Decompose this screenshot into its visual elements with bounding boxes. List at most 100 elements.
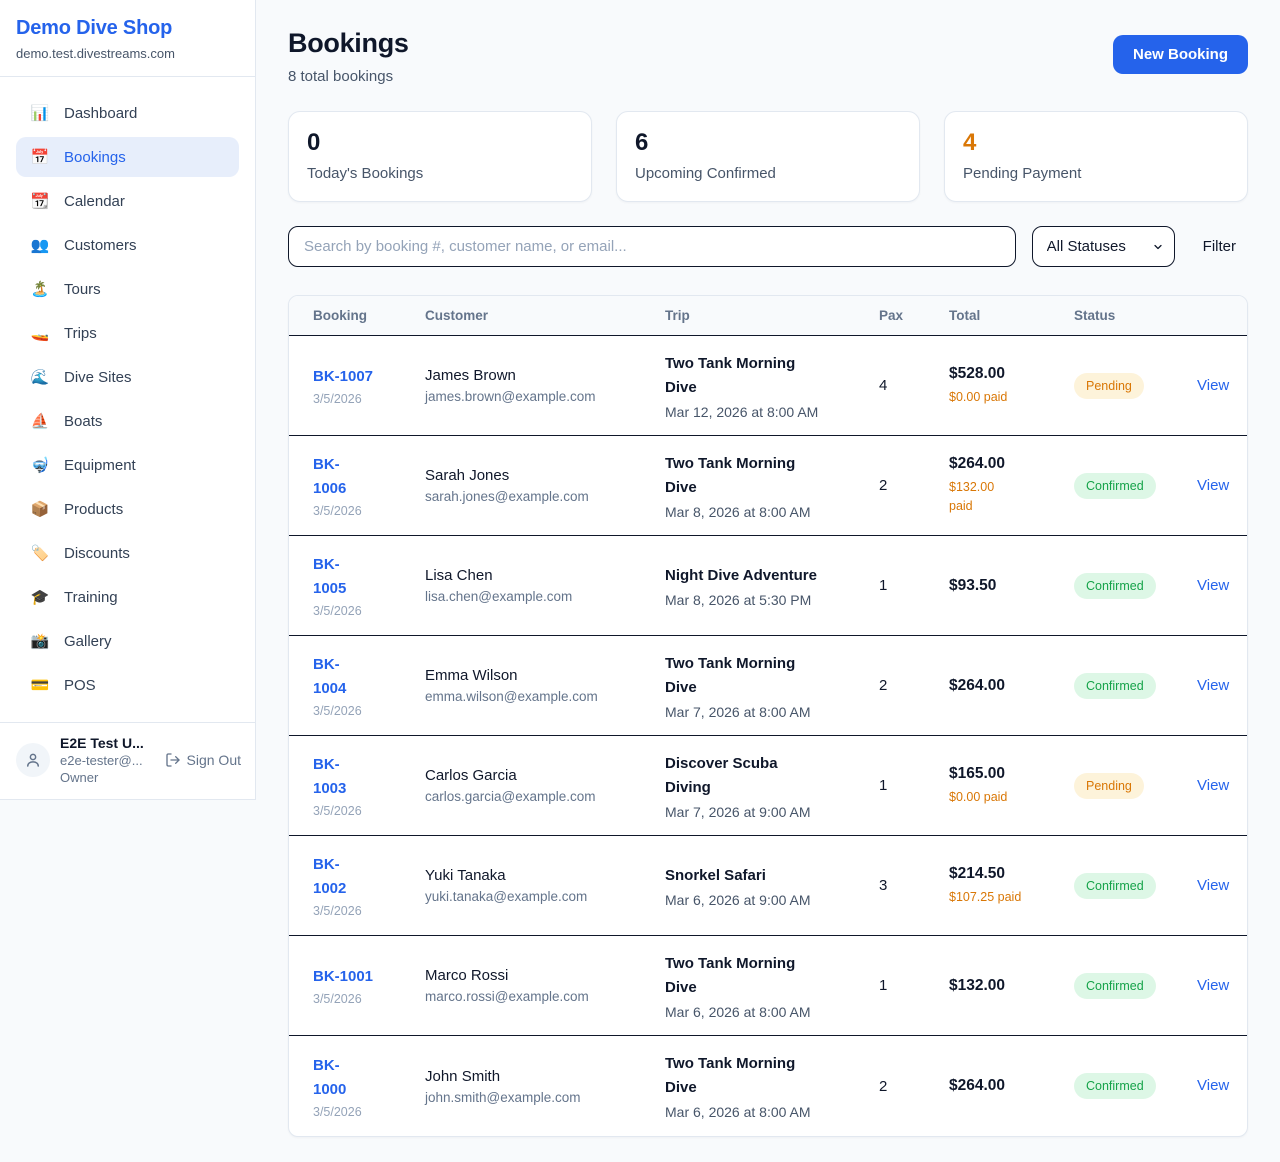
total-cell: $264.00 — [949, 677, 1074, 695]
table-row: BK- 1002 3/5/2026 Yuki Tanaka yuki.tanak… — [289, 836, 1247, 936]
filter-row: All Statuses Filter — [288, 226, 1248, 267]
trip-name: Discover Scuba Diving — [665, 752, 869, 800]
sign-out-button[interactable]: Sign Out — [165, 752, 241, 768]
page-subtitle: 8 total bookings — [288, 68, 409, 85]
table-row: BK- 1003 3/5/2026 Carlos Garcia carlos.g… — [289, 736, 1247, 836]
total-cell: $165.00 $0.00 paid — [949, 765, 1074, 807]
view-link[interactable]: View — [1197, 877, 1229, 894]
trip-datetime: Mar 8, 2026 at 8:00 AM — [665, 504, 869, 520]
status-badge: Confirmed — [1074, 1073, 1156, 1099]
booking-id-link[interactable]: BK- 1002 — [313, 853, 346, 901]
brand-name[interactable]: Demo Dive Shop — [16, 17, 239, 40]
customer-cell: Emma Wilson emma.wilson@example.com — [425, 667, 665, 704]
customer-name: Marco Rossi — [425, 967, 655, 984]
trip-datetime: Mar 7, 2026 at 9:00 AM — [665, 804, 869, 820]
booking-cell: BK- 1004 3/5/2026 — [313, 653, 425, 718]
sidebar-item-tours[interactable]: 🏝️ Tours — [16, 269, 239, 309]
user-role: Owner — [60, 770, 155, 785]
customer-email: yuki.tanaka@example.com — [425, 889, 655, 904]
table-row: BK-1007 3/5/2026 James Brown james.brown… — [289, 336, 1247, 436]
view-link[interactable]: View — [1197, 1077, 1229, 1094]
brand: Demo Dive Shop demo.test.divestreams.com — [0, 0, 255, 77]
sidebar-item-calendar[interactable]: 📆 Calendar — [16, 181, 239, 221]
view-link[interactable]: View — [1197, 977, 1229, 994]
sidebar-item-pos[interactable]: 💳 POS — [16, 665, 239, 705]
total-amount: $93.50 — [949, 577, 1064, 595]
trip-name: Two Tank Morning Dive — [665, 652, 869, 700]
booking-date: 3/5/2026 — [313, 604, 415, 618]
sidebar-item-trips[interactable]: 🚤 Trips — [16, 313, 239, 353]
view-link[interactable]: View — [1197, 777, 1229, 794]
column-header-customer: Customer — [425, 308, 665, 323]
sidebar-item-dive-sites[interactable]: 🌊 Dive Sites — [16, 357, 239, 397]
calendar-icon: 📅 — [30, 150, 50, 165]
sidebar-item-training[interactable]: 🎓 Training — [16, 577, 239, 617]
sidebar-item-equipment[interactable]: 🤿 Equipment — [16, 445, 239, 485]
sidebar-item-bookings[interactable]: 📅 Bookings — [16, 137, 239, 177]
actions-cell: View — [1197, 777, 1239, 795]
trip-cell: Two Tank Morning Dive Mar 8, 2026 at 8:0… — [665, 452, 879, 520]
total-cell: $264.00 $132.00 paid — [949, 455, 1074, 516]
view-link[interactable]: View — [1197, 377, 1229, 394]
user-name: E2E Test U... — [60, 735, 155, 751]
sidebar-item-boats[interactable]: ⛵ Boats — [16, 401, 239, 441]
sidebar-nav: 📊 Dashboard 📅 Bookings 📆 Calendar 👥 Cust… — [0, 77, 255, 705]
trip-cell: Two Tank Morning Dive Mar 6, 2026 at 8:0… — [665, 1052, 879, 1120]
customer-name: Emma Wilson — [425, 667, 655, 684]
sidebar-item-discounts[interactable]: 🏷️ Discounts — [16, 533, 239, 573]
customer-email: marco.rossi@example.com — [425, 989, 655, 1004]
table-row: BK- 1000 3/5/2026 John Smith john.smith@… — [289, 1036, 1247, 1136]
booking-id-link[interactable]: BK- 1004 — [313, 653, 346, 701]
paid-amount: $107.25 paid — [949, 888, 1064, 907]
sidebar-item-products[interactable]: 📦 Products — [16, 489, 239, 529]
tag-icon: 🏷️ — [30, 546, 50, 561]
pax-count: 3 — [879, 877, 949, 894]
wave-icon: 🌊 — [30, 370, 50, 385]
booking-id-link[interactable]: BK-1001 — [313, 965, 373, 989]
booking-id-link[interactable]: BK- 1005 — [313, 553, 346, 601]
column-header-booking: Booking — [313, 308, 425, 323]
package-icon: 📦 — [30, 502, 50, 517]
sidebar-item-customers[interactable]: 👥 Customers — [16, 225, 239, 265]
total-amount: $264.00 — [949, 455, 1064, 473]
actions-cell: View — [1197, 677, 1239, 695]
booking-id-link[interactable]: BK- 1000 — [313, 1054, 346, 1102]
booking-id-link[interactable]: BK-1007 — [313, 365, 373, 389]
view-link[interactable]: View — [1197, 677, 1229, 694]
sidebar: Demo Dive Shop demo.test.divestreams.com… — [0, 0, 256, 800]
trip-name: Two Tank Morning Dive — [665, 1052, 869, 1100]
customer-cell: Lisa Chen lisa.chen@example.com — [425, 567, 665, 604]
pax-count: 2 — [879, 477, 949, 494]
booking-id-link[interactable]: BK- 1006 — [313, 453, 346, 501]
total-amount: $214.50 — [949, 865, 1064, 883]
table-row: BK- 1004 3/5/2026 Emma Wilson emma.wilso… — [289, 636, 1247, 736]
customer-name: Lisa Chen — [425, 567, 655, 584]
total-cell: $93.50 — [949, 577, 1074, 595]
status-cell: Confirmed — [1074, 1073, 1197, 1099]
sidebar-item-gallery[interactable]: 📸 Gallery — [16, 621, 239, 661]
trip-name: Two Tank Morning Dive — [665, 952, 869, 1000]
booking-cell: BK- 1005 3/5/2026 — [313, 553, 425, 618]
customer-name: Carlos Garcia — [425, 767, 655, 784]
avatar — [16, 743, 50, 777]
column-header-trip: Trip — [665, 308, 879, 323]
search-input[interactable] — [288, 226, 1016, 267]
page-title: Bookings — [288, 28, 409, 59]
filter-button[interactable]: Filter — [1191, 238, 1248, 255]
view-link[interactable]: View — [1197, 577, 1229, 594]
status-cell: Confirmed — [1074, 473, 1197, 499]
total-amount: $528.00 — [949, 365, 1064, 383]
total-cell: $132.00 — [949, 977, 1074, 995]
stat-label: Pending Payment — [963, 165, 1229, 182]
customer-cell: John Smith john.smith@example.com — [425, 1068, 665, 1105]
booking-cell: BK- 1000 3/5/2026 — [313, 1054, 425, 1119]
sidebar-item-dashboard[interactable]: 📊 Dashboard — [16, 93, 239, 133]
page-header: Bookings 8 total bookings New Booking — [288, 28, 1248, 85]
new-booking-button[interactable]: New Booking — [1113, 35, 1248, 74]
total-amount: $264.00 — [949, 1077, 1064, 1095]
table-row: BK- 1005 3/5/2026 Lisa Chen lisa.chen@ex… — [289, 536, 1247, 636]
status-filter-select[interactable]: All Statuses — [1032, 226, 1175, 267]
booking-id-link[interactable]: BK- 1003 — [313, 753, 346, 801]
view-link[interactable]: View — [1197, 477, 1229, 494]
paid-amount: $0.00 paid — [949, 788, 1064, 807]
